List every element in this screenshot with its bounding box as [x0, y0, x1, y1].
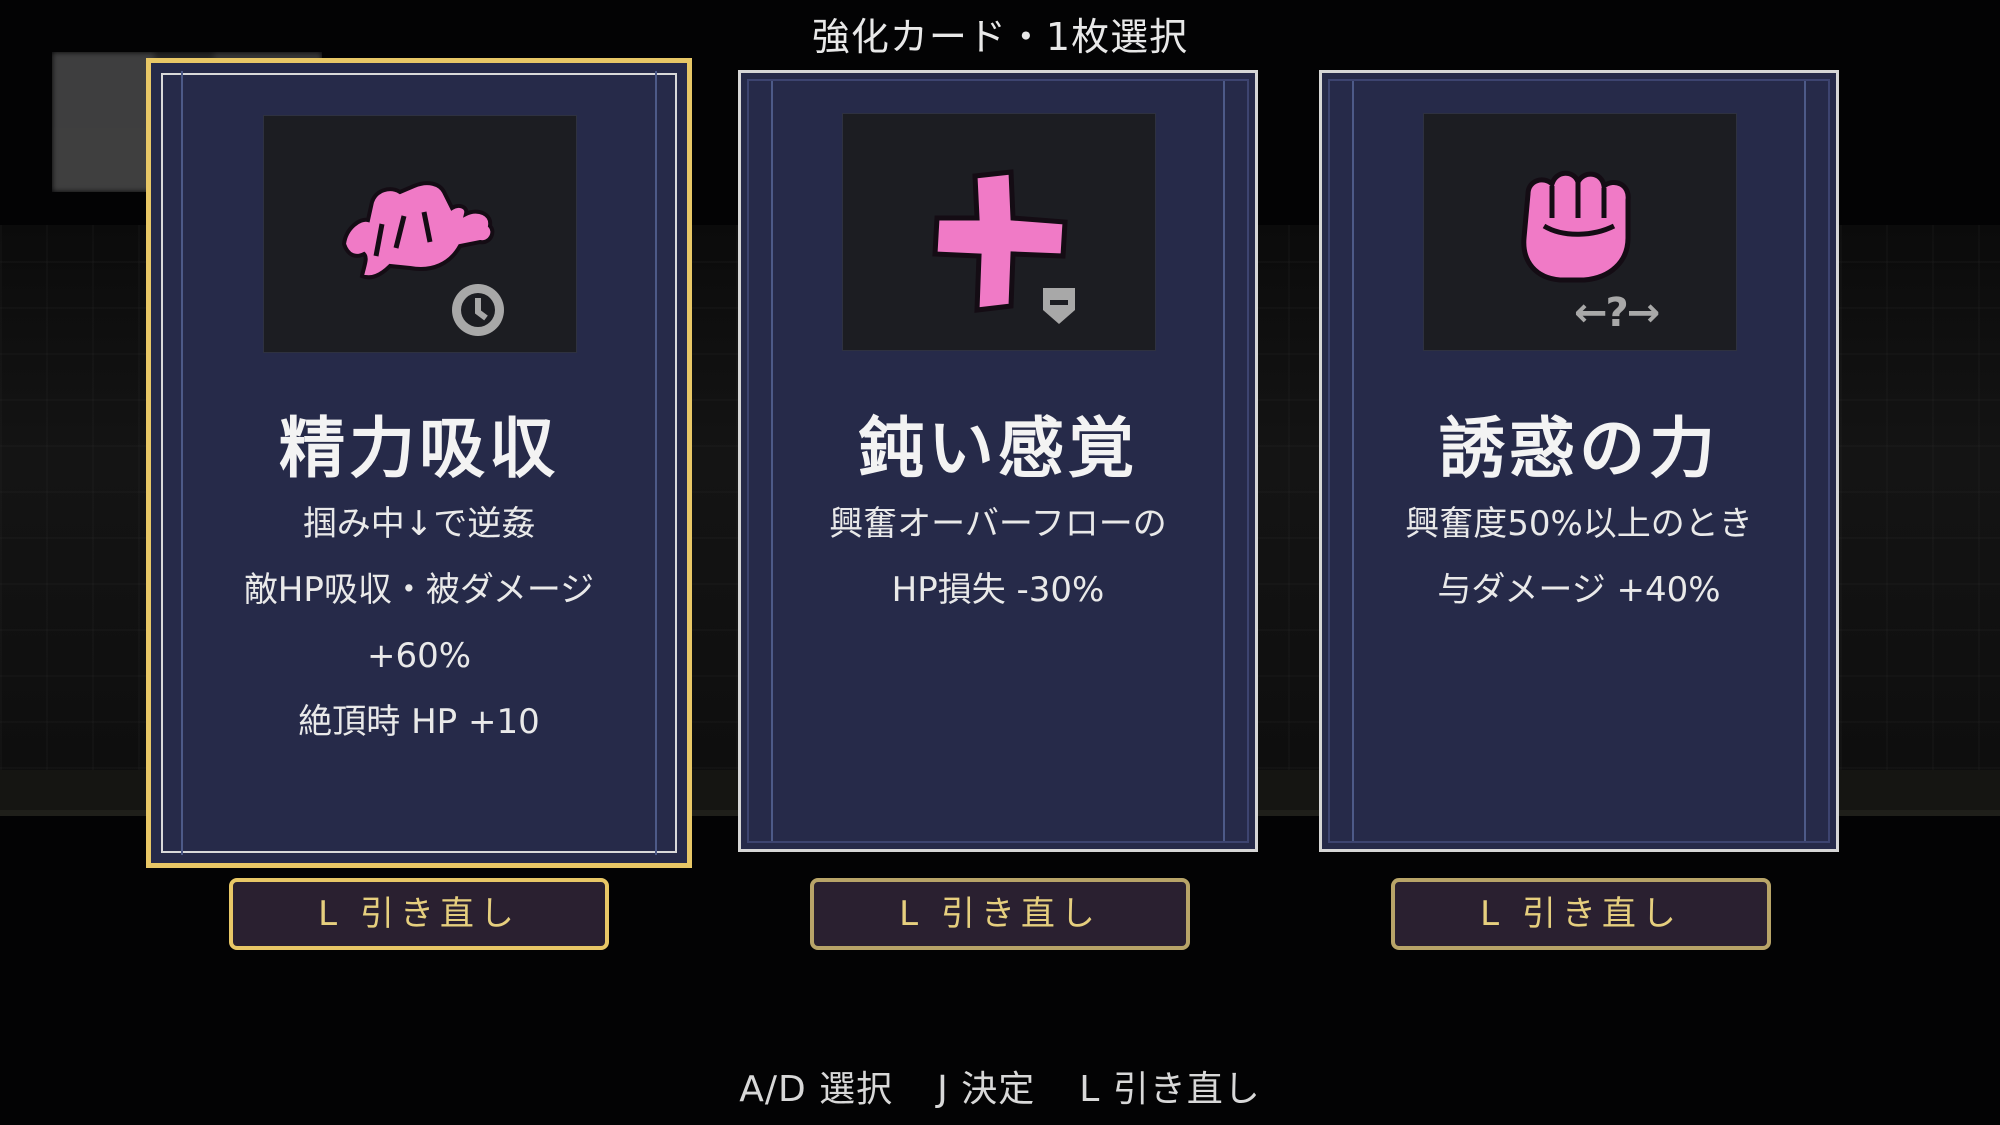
card-title: 精力吸収 [279, 410, 559, 487]
controls-hint: A/D 選択 J 決定 L 引き直し [0, 1060, 2000, 1112]
random-swap-icon: ←?→ [1574, 290, 1660, 336]
shield-down-icon [1043, 288, 1075, 324]
card-icon-box [842, 113, 1156, 351]
redraw-button-2[interactable]: L 引き直し [810, 878, 1190, 950]
card-description-line: +60% [366, 636, 472, 676]
grab-hand-icon [341, 181, 495, 280]
plus-icon [932, 169, 1068, 313]
card-description-line: HP損失 -30% [891, 570, 1105, 610]
card-description-line: 興奮オーバーフローの [829, 504, 1167, 544]
card-description-line: 敵HP吸収・被ダメージ [243, 570, 595, 610]
card-description-line: 絶頂時 HP +10 [298, 702, 540, 742]
hint-redraw: L 引き直し [1079, 1069, 1261, 1110]
card-description: 興奮オーバーフローの HP損失 -30% [741, 491, 1255, 623]
card-description-line: 興奮度50%以上のとき [1405, 504, 1753, 544]
card-description-line: 掴み中↓で逆姦 [302, 504, 536, 544]
redraw-button-3[interactable]: L 引き直し [1391, 878, 1771, 950]
selection-title: 強化カード・1枚選択 [811, 15, 1189, 59]
card-icon-box: ←?→ [1423, 113, 1737, 351]
card-title: 鈍い感覚 [858, 410, 1138, 487]
card-icon-box [263, 115, 577, 353]
hint-select: A/D 選択 [739, 1069, 894, 1110]
card-description-line: 与ダメージ +40% [1437, 570, 1721, 610]
card-title: 誘惑の力 [1439, 410, 1719, 487]
hint-confirm: J 決定 [937, 1069, 1036, 1110]
game-screen: 強化カード・1枚選択 精力吸収 掴み中↓で逆姦 敵HP吸収・被ダメージ +60%… [0, 0, 2000, 1125]
card-description: 掴み中↓で逆姦 敵HP吸収・被ダメージ +60% 絶頂時 HP +10 [151, 491, 687, 755]
clock-icon [452, 284, 504, 336]
redraw-button-1[interactable]: L 引き直し [229, 878, 609, 950]
upgrade-card-3[interactable]: ←?→ 誘惑の力 興奮度50%以上のとき 与ダメージ +40% [1319, 70, 1839, 852]
upgrade-card-2[interactable]: 鈍い感覚 興奮オーバーフローの HP損失 -30% [738, 70, 1258, 852]
card-description: 興奮度50%以上のとき 与ダメージ +40% [1322, 491, 1836, 623]
upgrade-card-1[interactable]: 精力吸収 掴み中↓で逆姦 敵HP吸収・被ダメージ +60% 絶頂時 HP +10 [146, 58, 692, 868]
